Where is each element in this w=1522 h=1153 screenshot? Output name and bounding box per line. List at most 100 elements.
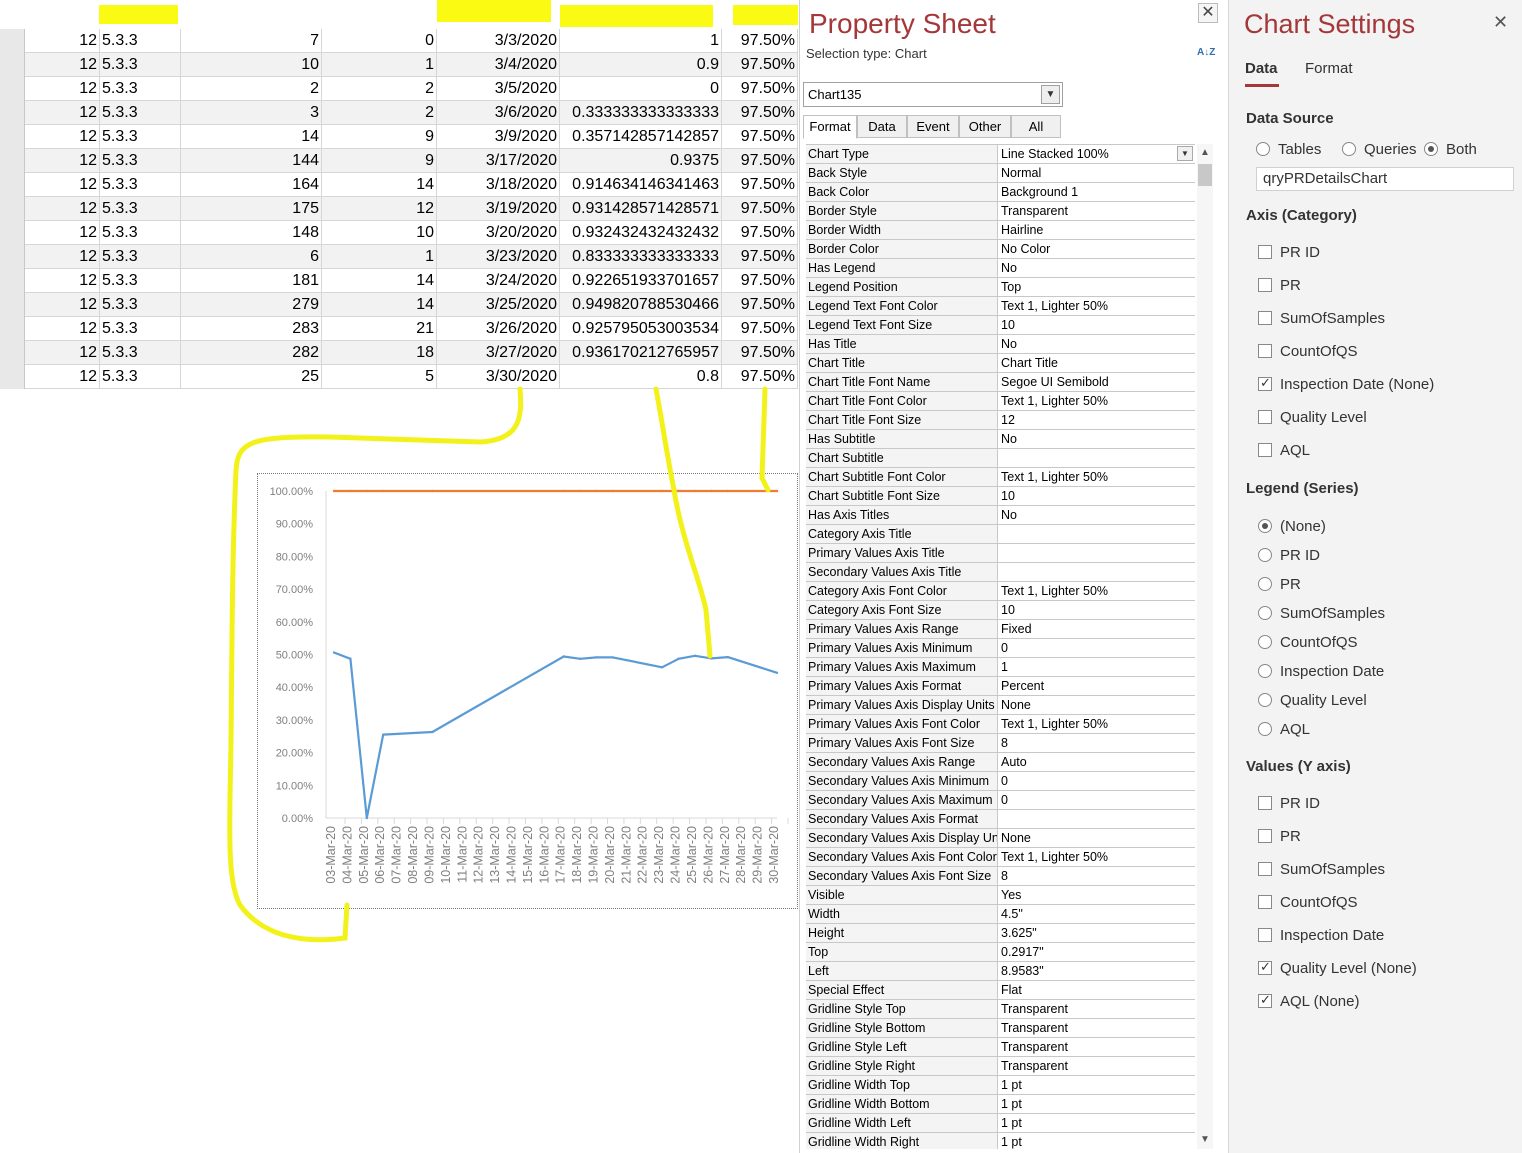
radio-icon[interactable] bbox=[1258, 722, 1272, 736]
property-value[interactable]: Normal bbox=[998, 164, 1195, 182]
table-cell[interactable]: 3/17/2020 bbox=[437, 149, 560, 173]
scroll-thumb[interactable] bbox=[1198, 164, 1212, 186]
table-cell[interactable]: 5.3.3 bbox=[100, 317, 181, 341]
values-item[interactable]: PR bbox=[1258, 828, 1301, 848]
property-value[interactable]: Transparent bbox=[998, 1019, 1195, 1037]
row-selector[interactable] bbox=[0, 101, 25, 125]
property-value[interactable]: Transparent bbox=[998, 1057, 1195, 1075]
table-row[interactable]: 12 5.3.3 282 18 3/27/2020 0.936170212765957 97… bbox=[0, 341, 798, 365]
radio-icon[interactable] bbox=[1258, 548, 1272, 562]
table-cell[interactable]: 12 bbox=[25, 317, 100, 341]
table-cell[interactable]: 3/4/2020 bbox=[437, 53, 560, 77]
property-row[interactable]: Special Effect Flat bbox=[806, 981, 1195, 1000]
table-cell[interactable]: 10 bbox=[181, 53, 322, 77]
datasheet-grid[interactable]: 12 5.3.3 7 0 3/3/2020 1 97.50% 12 5.3.3 10 1 3/4/20… bbox=[0, 29, 798, 389]
table-row[interactable]: 12 5.3.3 6 1 3/23/2020 0.833333333333333 97.50… bbox=[0, 245, 798, 269]
table-cell[interactable]: 97.50% bbox=[722, 341, 798, 365]
legend-item[interactable]: Inspection Date bbox=[1258, 663, 1384, 683]
table-cell[interactable]: 0.936170212765957 bbox=[560, 341, 722, 365]
property-value[interactable]: 1 pt bbox=[998, 1076, 1195, 1094]
table-cell[interactable]: 0 bbox=[560, 77, 722, 101]
property-value[interactable]: Percent bbox=[998, 677, 1195, 695]
property-row[interactable]: Primary Values Axis Font Size 8 bbox=[806, 734, 1195, 753]
property-value[interactable]: None bbox=[998, 696, 1195, 714]
table-cell[interactable]: 97.50% bbox=[722, 149, 798, 173]
legend-item[interactable]: SumOfSamples bbox=[1258, 605, 1385, 625]
table-row[interactable]: 12 5.3.3 175 12 3/19/2020 0.931428571428571 97… bbox=[0, 197, 798, 221]
property-row[interactable]: Chart Type Line Stacked 100% ▼ bbox=[806, 145, 1195, 164]
property-value[interactable]: Text 1, Lighter 50% bbox=[998, 468, 1195, 486]
row-selector[interactable] bbox=[0, 53, 25, 77]
property-row[interactable]: Left 8.9583" bbox=[806, 962, 1195, 981]
property-row[interactable]: Secondary Values Axis Title bbox=[806, 563, 1195, 582]
table-cell[interactable]: 3/6/2020 bbox=[437, 101, 560, 125]
property-value[interactable]: 0 bbox=[998, 772, 1195, 790]
checkbox-icon[interactable] bbox=[1258, 375, 1272, 391]
table-cell[interactable]: 181 bbox=[181, 269, 322, 293]
table-cell[interactable]: 5.3.3 bbox=[100, 365, 181, 389]
property-value[interactable]: 3.625" bbox=[998, 924, 1195, 942]
property-row[interactable]: Legend Text Font Color Text 1, Lighter 50… bbox=[806, 297, 1195, 316]
property-value[interactable]: Top bbox=[998, 278, 1195, 296]
radio-icon[interactable] bbox=[1258, 664, 1272, 678]
property-value[interactable]: Line Stacked 100% bbox=[998, 145, 1195, 163]
table-cell[interactable]: 3/5/2020 bbox=[437, 77, 560, 101]
property-row[interactable]: Primary Values Axis Minimum 0 bbox=[806, 639, 1195, 658]
table-cell[interactable]: 10 bbox=[322, 221, 437, 245]
property-value[interactable]: Text 1, Lighter 50% bbox=[998, 392, 1195, 410]
table-cell[interactable]: 1 bbox=[322, 245, 437, 269]
checkbox-icon[interactable] bbox=[1258, 895, 1272, 909]
axis_category-item[interactable]: CountOfQS bbox=[1258, 343, 1358, 363]
checkbox-icon[interactable] bbox=[1258, 928, 1272, 942]
table-cell[interactable]: 14 bbox=[322, 293, 437, 317]
property-row[interactable]: Has Axis Titles No bbox=[806, 506, 1195, 525]
table-cell[interactable]: 97.50% bbox=[722, 101, 798, 125]
table-cell[interactable]: 5.3.3 bbox=[100, 77, 181, 101]
radio-icon[interactable] bbox=[1258, 577, 1272, 591]
table-cell[interactable]: 7 bbox=[181, 29, 322, 53]
property-row[interactable]: Back Style Normal bbox=[806, 164, 1195, 183]
property-row[interactable]: Gridline Style Right Transparent bbox=[806, 1057, 1195, 1076]
checkbox-icon[interactable] bbox=[1258, 443, 1272, 457]
values-item[interactable]: PR ID bbox=[1258, 795, 1320, 815]
table-row[interactable]: 12 5.3.3 164 14 3/18/2020 0.914634146341463 97… bbox=[0, 173, 798, 197]
table-cell[interactable]: 1 bbox=[322, 53, 437, 77]
table-cell[interactable]: 12 bbox=[322, 197, 437, 221]
radio-icon[interactable] bbox=[1258, 606, 1272, 620]
property-row[interactable]: Secondary Values Axis Font Color Text 1, … bbox=[806, 848, 1195, 867]
property-value[interactable]: Segoe UI Semibold bbox=[998, 373, 1195, 391]
property-row[interactable]: Chart Subtitle Font Size 10 bbox=[806, 487, 1195, 506]
property-value[interactable]: Auto bbox=[998, 753, 1195, 771]
property-value[interactable] bbox=[998, 449, 1195, 467]
property-row[interactable]: Gridline Style Left Transparent bbox=[806, 1038, 1195, 1057]
table-cell[interactable]: 3/19/2020 bbox=[437, 197, 560, 221]
property-value[interactable]: Text 1, Lighter 50% bbox=[998, 715, 1195, 733]
property-row[interactable]: Gridline Style Bottom Transparent bbox=[806, 1019, 1195, 1038]
table-row[interactable]: 12 5.3.3 279 14 3/25/2020 0.949820788530466 97… bbox=[0, 293, 798, 317]
table-cell[interactable]: 3 bbox=[181, 101, 322, 125]
table-cell[interactable]: 2 bbox=[322, 101, 437, 125]
checkbox-icon[interactable] bbox=[1258, 829, 1272, 843]
table-cell[interactable]: 0.333333333333333 bbox=[560, 101, 722, 125]
table-cell[interactable]: 3/25/2020 bbox=[437, 293, 560, 317]
row-selector[interactable] bbox=[0, 29, 25, 53]
table-cell[interactable]: 18 bbox=[322, 341, 437, 365]
property-row[interactable]: Visible Yes bbox=[806, 886, 1195, 905]
table-row[interactable]: 12 5.3.3 181 14 3/24/2020 0.922651933701657 97… bbox=[0, 269, 798, 293]
tab-data[interactable]: Data bbox=[1245, 60, 1278, 77]
table-cell[interactable]: 12 bbox=[25, 293, 100, 317]
property-value[interactable]: No bbox=[998, 430, 1195, 448]
source-option-queries[interactable]: Queries bbox=[1342, 141, 1417, 161]
table-cell[interactable]: 0.949820788530466 bbox=[560, 293, 722, 317]
table-cell[interactable]: 97.50% bbox=[722, 221, 798, 245]
property-value[interactable] bbox=[998, 544, 1195, 562]
property-value[interactable]: Transparent bbox=[998, 1000, 1195, 1018]
property-row[interactable]: Border Color No Color bbox=[806, 240, 1195, 259]
property-row[interactable]: Has Legend No bbox=[806, 259, 1195, 278]
scroll-up-icon[interactable]: ▲ bbox=[1197, 144, 1213, 162]
table-cell[interactable]: 282 bbox=[181, 341, 322, 365]
row-selector[interactable] bbox=[0, 365, 25, 389]
axis_category-item[interactable]: PR ID bbox=[1258, 244, 1320, 264]
table-cell[interactable]: 279 bbox=[181, 293, 322, 317]
table-row[interactable]: 12 5.3.3 3 2 3/6/2020 0.333333333333333 97.50% bbox=[0, 101, 798, 125]
